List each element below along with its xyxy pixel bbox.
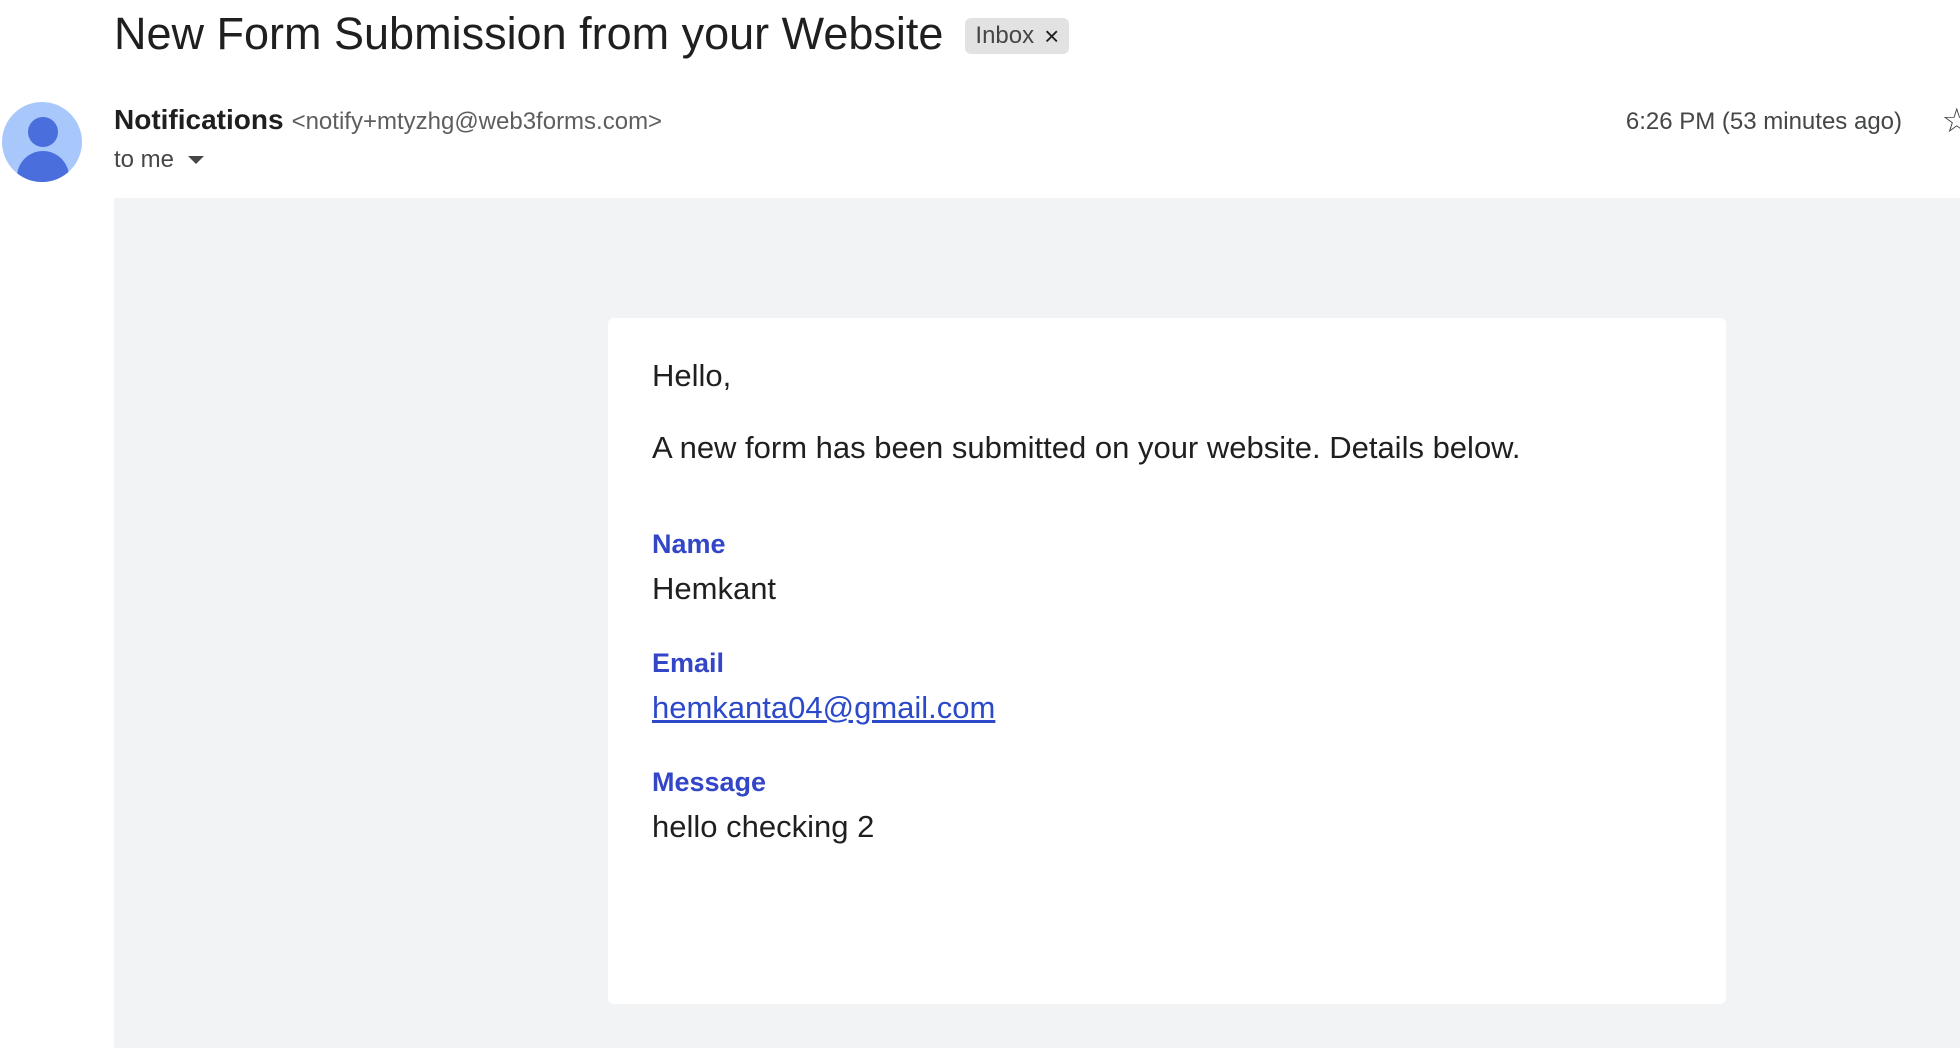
field-label: Message	[652, 767, 767, 797]
field-value: hello checking 2	[652, 809, 875, 844]
email-subject: New Form Submission from your Website	[114, 8, 944, 59]
chevron-down-icon[interactable]	[188, 156, 205, 164]
field-name: Name Hemkant	[652, 527, 1682, 609]
email-link[interactable]: hemkanta04@gmail.com	[652, 690, 995, 725]
avatar[interactable]	[2, 102, 82, 182]
email-timestamp: 6:26 PM (53 minutes ago)	[1625, 108, 1902, 135]
field-email: Email hemkanta04@gmail.com	[652, 646, 1682, 728]
close-icon[interactable]: ×	[1044, 23, 1059, 49]
field-value: hemkanta04@gmail.com	[652, 688, 1682, 728]
recipient-line[interactable]: to me	[114, 146, 205, 174]
recipient-text: to me	[114, 146, 175, 173]
email-body-background: Hello, A new form has been submitted on …	[114, 198, 1960, 1048]
label-chip-text: Inbox	[975, 22, 1035, 49]
star-icon[interactable]: ☆	[1942, 104, 1960, 138]
avatar-body-icon	[17, 151, 69, 182]
field-value: Hemkant	[652, 571, 777, 606]
email-greeting: Hello,	[652, 358, 732, 393]
email-card: Hello, A new form has been submitted on …	[608, 318, 1726, 1004]
sender-email: <notify+mtyzhg@web3forms.com>	[291, 108, 663, 135]
field-message: Message hello checking 2	[652, 765, 1682, 847]
email-intro: A new form has been submitted on your we…	[652, 430, 1521, 465]
subject-row: New Form Submission from your Website In…	[114, 8, 1070, 60]
email-view: New Form Submission from your Website In…	[0, 0, 1960, 1048]
field-label: Email	[652, 648, 725, 678]
avatar-head-icon	[28, 117, 58, 147]
field-label: Name	[652, 529, 726, 559]
inbox-label-chip[interactable]: Inbox ×	[965, 18, 1070, 54]
sender-line: Notifications <notify+mtyzhg@web3forms.c…	[114, 104, 662, 136]
sender-name[interactable]: Notifications	[114, 104, 284, 136]
